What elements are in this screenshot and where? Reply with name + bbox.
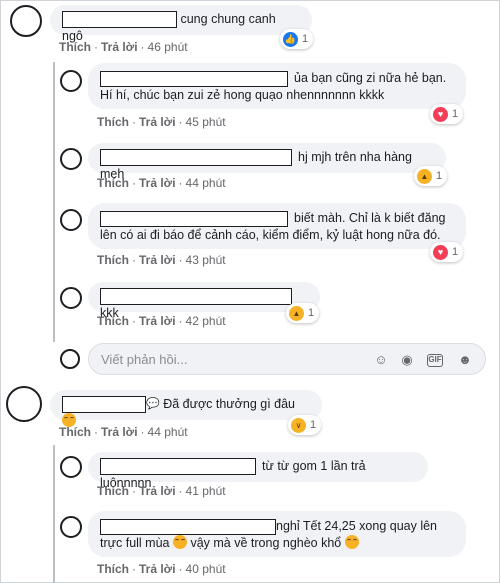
sad-icon: ∨ [291,417,306,433]
timestamp[interactable]: 41 phút [186,484,226,498]
reply-button[interactable]: Trả lời [101,425,138,439]
comment-bubble: cung chung canh ngô [50,5,312,43]
reaction-count[interactable]: ♥ 1 [430,104,464,124]
redacted-name [100,210,288,227]
reaction-count[interactable]: ♥ 1 [430,242,464,262]
timestamp[interactable]: 46 phút [148,40,188,54]
reaction-count[interactable]: ▲ 1 [286,303,320,323]
reply-button[interactable]: Trả lời [139,562,176,576]
like-button[interactable]: Thích [97,562,129,576]
comment-actions: Thích · Trả lời · 44 phút [97,176,226,190]
like-button[interactable]: Thích [97,314,129,328]
comment-actions: Thích · Trả lời · 41 phút [97,484,226,498]
avatar[interactable] [10,5,42,37]
comment-bubble: từ từ gom 1 lần trả luônnnnn [88,452,428,490]
reply-placeholder: Viết phản hồi... [101,352,188,367]
like-icon: 👍 [283,31,298,47]
timestamp[interactable]: 44 phút [148,425,188,439]
haha-icon: ▲ [289,305,304,321]
redacted-name [100,288,292,306]
comment-bubble: kkk [88,282,320,320]
avatar[interactable] [6,386,42,422]
timestamp[interactable]: 43 phút [186,253,226,267]
redacted-name [100,458,256,476]
like-button[interactable]: Thích [97,176,129,190]
avatar[interactable] [60,287,82,309]
haha-icon: ▲ [417,168,432,184]
timestamp[interactable]: 45 phút [186,115,226,129]
comment-actions: Thích · Trả lời · 40 phút [97,562,226,576]
like-button[interactable]: Thích [59,40,91,54]
like-button[interactable]: Thích [97,484,129,498]
avatar [60,349,80,369]
redacted-name [100,518,276,535]
timestamp[interactable]: 42 phút [186,314,226,328]
comment-text: nghỉ Tết 24,25 xong quay lên [276,519,438,533]
comment-bubble: ủa bạn cũng zi nữa hẻ bạn. Hí hí, chúc b… [88,63,466,109]
like-button[interactable]: Thích [97,253,129,267]
comment-bubble: nghỉ Tết 24,25 xong quay lên trực full m… [88,511,466,557]
comment-actions: Thích · Trả lời · 43 phút [97,253,226,267]
timestamp[interactable]: 40 phút [186,562,226,576]
camera-icon[interactable]: ◉ [399,352,415,368]
comment-text: vậy mà về trong nghèo khổ [190,536,342,550]
love-icon: ♥ [433,244,448,260]
comment-actions: Thích · Trả lời · 45 phút [97,115,226,129]
redacted-name [100,70,288,87]
thread-line [53,445,55,583]
reply-button[interactable]: Trả lời [139,253,176,267]
comment-text: trực full mùa [100,536,170,550]
avatar[interactable] [60,209,82,231]
redacted-name [100,149,292,167]
comment-actions: Thích · Trả lời · 44 phút [59,425,188,439]
sad-face-icon [344,535,359,549]
sticker-icon[interactable]: ☻ [457,352,473,368]
comment-bubble: hj mjh trên nha hàng meh [88,143,446,181]
redacted-name [62,11,177,29]
love-icon: ♥ [433,106,448,122]
reply-button[interactable]: Trả lời [139,176,176,190]
timestamp[interactable]: 44 phút [186,176,226,190]
comment-bubble: biết màh. Chỉ là k biết đăng lên có ai đ… [88,203,466,249]
reply-button[interactable]: Trả lời [139,314,176,328]
thread-line [53,62,55,342]
comment-text: Hí hí, chúc bạn zui zẻ hong quạo nhennnn… [100,88,385,102]
emoji-icon[interactable]: ☺ [373,352,389,368]
like-button[interactable]: Thích [59,425,91,439]
avatar[interactable] [60,70,82,92]
comment-actions: Thích · Trả lời · 46 phút [59,40,188,54]
reply-input[interactable]: Viết phản hồi... ☺ ◉ GIF ☻ [88,343,486,375]
comment-text: Đã được thưởng gì đâu [163,397,295,411]
comment-actions: Thích · Trả lời · 42 phút [97,314,226,328]
avatar[interactable] [60,148,82,170]
comment-bubble: 💬 Đã được thưởng gì đâu [50,390,322,428]
comment-text: biết màh. Chỉ là k biết đăng [294,211,446,225]
redacted-name [62,396,146,414]
comment-text: ủa bạn cũng zi nữa hẻ bạn. [294,71,447,85]
avatar[interactable] [60,456,82,478]
comment-text: lên có ai đi báo để cảnh cáo, kiểm điểm,… [100,228,441,242]
gif-icon[interactable]: GIF [427,354,443,367]
like-button[interactable]: Thích [97,115,129,129]
reaction-count[interactable]: ▲ 1 [414,166,448,186]
reaction-count[interactable]: 👍 1 [280,29,314,49]
reply-button[interactable]: Trả lời [139,115,176,129]
reaction-count[interactable]: ∨ 1 [288,415,322,435]
sad-face-icon [172,535,187,549]
reply-button[interactable]: Trả lời [139,484,176,498]
reply-button[interactable]: Trả lời [101,40,138,54]
speech-bubble-icon: 💬 [146,398,160,411]
avatar[interactable] [60,516,82,538]
